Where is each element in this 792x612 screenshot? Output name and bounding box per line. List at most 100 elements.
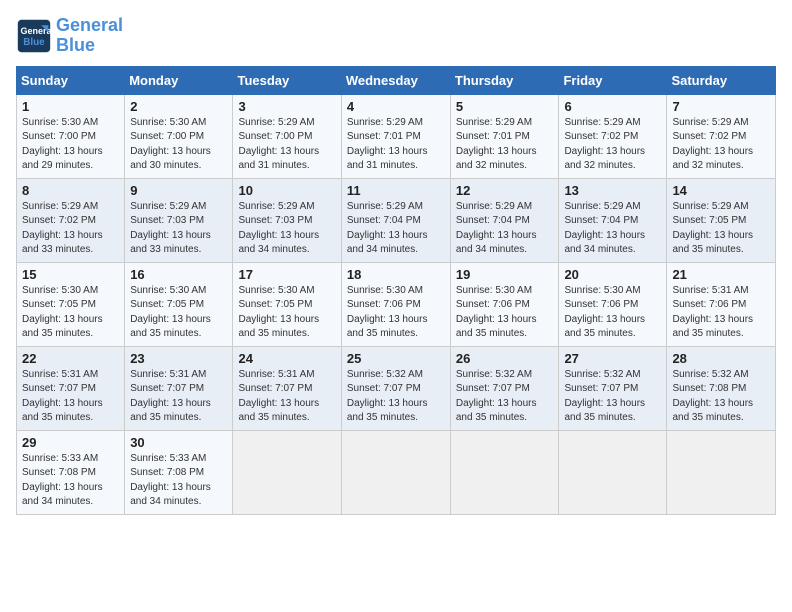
day-info: Sunrise: 5:29 AM Sunset: 7:02 PM Dayligh… xyxy=(22,200,119,258)
day-number: 7 xyxy=(672,99,770,114)
day-cell xyxy=(559,430,667,514)
col-header-tuesday: Tuesday xyxy=(233,66,341,94)
day-info: Sunrise: 5:29 AM Sunset: 7:04 PM Dayligh… xyxy=(456,200,554,258)
day-number: 25 xyxy=(347,351,445,366)
day-number: 29 xyxy=(22,435,119,450)
day-info: Sunrise: 5:29 AM Sunset: 7:03 PM Dayligh… xyxy=(130,200,227,258)
day-cell: 14 Sunrise: 5:29 AM Sunset: 7:05 PM Dayli… xyxy=(667,178,776,262)
day-cell xyxy=(233,430,341,514)
day-info: Sunrise: 5:29 AM Sunset: 7:05 PM Dayligh… xyxy=(672,200,770,258)
day-info: Sunrise: 5:30 AM Sunset: 7:05 PM Dayligh… xyxy=(238,284,335,342)
day-info: Sunrise: 5:31 AM Sunset: 7:06 PM Dayligh… xyxy=(672,284,770,342)
header: General Blue General Blue xyxy=(16,16,776,56)
day-cell: 28 Sunrise: 5:32 AM Sunset: 7:08 PM Dayli… xyxy=(667,346,776,430)
day-number: 8 xyxy=(22,183,119,198)
day-number: 23 xyxy=(130,351,227,366)
day-number: 12 xyxy=(456,183,554,198)
day-number: 16 xyxy=(130,267,227,282)
day-cell: 6 Sunrise: 5:29 AM Sunset: 7:02 PM Daylig… xyxy=(559,94,667,178)
col-header-wednesday: Wednesday xyxy=(341,66,450,94)
calendar-table: SundayMondayTuesdayWednesdayThursdayFrid… xyxy=(16,66,776,515)
day-number: 2 xyxy=(130,99,227,114)
day-cell: 26 Sunrise: 5:32 AM Sunset: 7:07 PM Dayli… xyxy=(450,346,559,430)
week-row-3: 15 Sunrise: 5:30 AM Sunset: 7:05 PM Dayli… xyxy=(17,262,776,346)
day-cell: 1Sunrise: 5:30 AM Sunset: 7:00 PM Daylig… xyxy=(17,94,125,178)
day-info: Sunrise: 5:32 AM Sunset: 7:07 PM Dayligh… xyxy=(564,368,661,426)
day-info: Sunrise: 5:31 AM Sunset: 7:07 PM Dayligh… xyxy=(238,368,335,426)
col-header-sunday: Sunday xyxy=(17,66,125,94)
day-number: 21 xyxy=(672,267,770,282)
day-info: Sunrise: 5:32 AM Sunset: 7:07 PM Dayligh… xyxy=(456,368,554,426)
week-row-2: 8 Sunrise: 5:29 AM Sunset: 7:02 PM Daylig… xyxy=(17,178,776,262)
logo: General Blue General Blue xyxy=(16,16,123,56)
logo-text: General Blue xyxy=(56,16,123,56)
day-number: 28 xyxy=(672,351,770,366)
day-cell xyxy=(341,430,450,514)
day-info: Sunrise: 5:29 AM Sunset: 7:01 PM Dayligh… xyxy=(456,116,554,174)
day-cell: 8 Sunrise: 5:29 AM Sunset: 7:02 PM Daylig… xyxy=(17,178,125,262)
day-info: Sunrise: 5:29 AM Sunset: 7:02 PM Dayligh… xyxy=(564,116,661,174)
day-number: 4 xyxy=(347,99,445,114)
day-cell: 7 Sunrise: 5:29 AM Sunset: 7:02 PM Daylig… xyxy=(667,94,776,178)
day-info: Sunrise: 5:29 AM Sunset: 7:01 PM Dayligh… xyxy=(347,116,445,174)
header-row: SundayMondayTuesdayWednesdayThursdayFrid… xyxy=(17,66,776,94)
day-cell: 20 Sunrise: 5:30 AM Sunset: 7:06 PM Dayli… xyxy=(559,262,667,346)
day-number: 15 xyxy=(22,267,119,282)
day-info: Sunrise: 5:29 AM Sunset: 7:04 PM Dayligh… xyxy=(564,200,661,258)
day-number: 3 xyxy=(238,99,335,114)
day-cell: 13 Sunrise: 5:29 AM Sunset: 7:04 PM Dayli… xyxy=(559,178,667,262)
day-cell: 11Sunrise: 5:29 AM Sunset: 7:04 PM Dayli… xyxy=(341,178,450,262)
day-cell: 21 Sunrise: 5:31 AM Sunset: 7:06 PM Dayli… xyxy=(667,262,776,346)
week-row-5: 29 Sunrise: 5:33 AM Sunset: 7:08 PM Dayli… xyxy=(17,430,776,514)
day-cell: 4 Sunrise: 5:29 AM Sunset: 7:01 PM Daylig… xyxy=(341,94,450,178)
day-number: 5 xyxy=(456,99,554,114)
col-header-saturday: Saturday xyxy=(667,66,776,94)
day-cell xyxy=(667,430,776,514)
day-cell: 17 Sunrise: 5:30 AM Sunset: 7:05 PM Dayli… xyxy=(233,262,341,346)
week-row-4: 22 Sunrise: 5:31 AM Sunset: 7:07 PM Dayli… xyxy=(17,346,776,430)
day-info: Sunrise: 5:32 AM Sunset: 7:08 PM Dayligh… xyxy=(672,368,770,426)
day-cell: 12 Sunrise: 5:29 AM Sunset: 7:04 PM Dayli… xyxy=(450,178,559,262)
day-number: 10 xyxy=(238,183,335,198)
day-info: Sunrise: 5:30 AM Sunset: 7:06 PM Dayligh… xyxy=(564,284,661,342)
day-number: 17 xyxy=(238,267,335,282)
day-info: Sunrise: 5:33 AM Sunset: 7:08 PM Dayligh… xyxy=(22,452,119,510)
day-number: 14 xyxy=(672,183,770,198)
col-header-friday: Friday xyxy=(559,66,667,94)
day-cell: 23 Sunrise: 5:31 AM Sunset: 7:07 PM Dayli… xyxy=(125,346,233,430)
day-info: Sunrise: 5:31 AM Sunset: 7:07 PM Dayligh… xyxy=(22,368,119,426)
day-cell: 25Sunrise: 5:32 AM Sunset: 7:07 PM Dayli… xyxy=(341,346,450,430)
day-info: Sunrise: 5:30 AM Sunset: 7:05 PM Dayligh… xyxy=(130,284,227,342)
day-info: Sunrise: 5:30 AM Sunset: 7:06 PM Dayligh… xyxy=(456,284,554,342)
day-info: Sunrise: 5:30 AM Sunset: 7:06 PM Dayligh… xyxy=(347,284,445,342)
col-header-monday: Monday xyxy=(125,66,233,94)
day-cell: 2 Sunrise: 5:30 AM Sunset: 7:00 PM Daylig… xyxy=(125,94,233,178)
day-cell: 29 Sunrise: 5:33 AM Sunset: 7:08 PM Dayli… xyxy=(17,430,125,514)
day-number: 6 xyxy=(564,99,661,114)
day-cell: 22 Sunrise: 5:31 AM Sunset: 7:07 PM Dayli… xyxy=(17,346,125,430)
day-cell: 19Sunrise: 5:30 AM Sunset: 7:06 PM Dayli… xyxy=(450,262,559,346)
day-info: Sunrise: 5:30 AM Sunset: 7:00 PM Dayligh… xyxy=(130,116,227,174)
day-cell: 30Sunrise: 5:33 AM Sunset: 7:08 PM Dayli… xyxy=(125,430,233,514)
day-cell: 10 Sunrise: 5:29 AM Sunset: 7:03 PM Dayli… xyxy=(233,178,341,262)
day-cell: 24 Sunrise: 5:31 AM Sunset: 7:07 PM Dayli… xyxy=(233,346,341,430)
day-cell: 27Sunrise: 5:32 AM Sunset: 7:07 PM Dayli… xyxy=(559,346,667,430)
day-number: 26 xyxy=(456,351,554,366)
logo-icon: General Blue xyxy=(16,18,52,54)
day-info: Sunrise: 5:33 AM Sunset: 7:08 PM Dayligh… xyxy=(130,452,227,510)
day-number: 24 xyxy=(238,351,335,366)
week-row-1: 1Sunrise: 5:30 AM Sunset: 7:00 PM Daylig… xyxy=(17,94,776,178)
day-info: Sunrise: 5:29 AM Sunset: 7:02 PM Dayligh… xyxy=(672,116,770,174)
day-cell: 3 Sunrise: 5:29 AM Sunset: 7:00 PM Daylig… xyxy=(233,94,341,178)
day-number: 13 xyxy=(564,183,661,198)
day-cell: 5 Sunrise: 5:29 AM Sunset: 7:01 PM Daylig… xyxy=(450,94,559,178)
day-info: Sunrise: 5:29 AM Sunset: 7:04 PM Dayligh… xyxy=(347,200,445,258)
day-number: 20 xyxy=(564,267,661,282)
day-info: Sunrise: 5:29 AM Sunset: 7:03 PM Dayligh… xyxy=(238,200,335,258)
day-cell: 15Sunrise: 5:30 AM Sunset: 7:05 PM Dayli… xyxy=(17,262,125,346)
svg-text:Blue: Blue xyxy=(23,37,45,48)
day-info: Sunrise: 5:31 AM Sunset: 7:07 PM Dayligh… xyxy=(130,368,227,426)
day-info: Sunrise: 5:29 AM Sunset: 7:00 PM Dayligh… xyxy=(238,116,335,174)
day-cell xyxy=(450,430,559,514)
day-number: 22 xyxy=(22,351,119,366)
